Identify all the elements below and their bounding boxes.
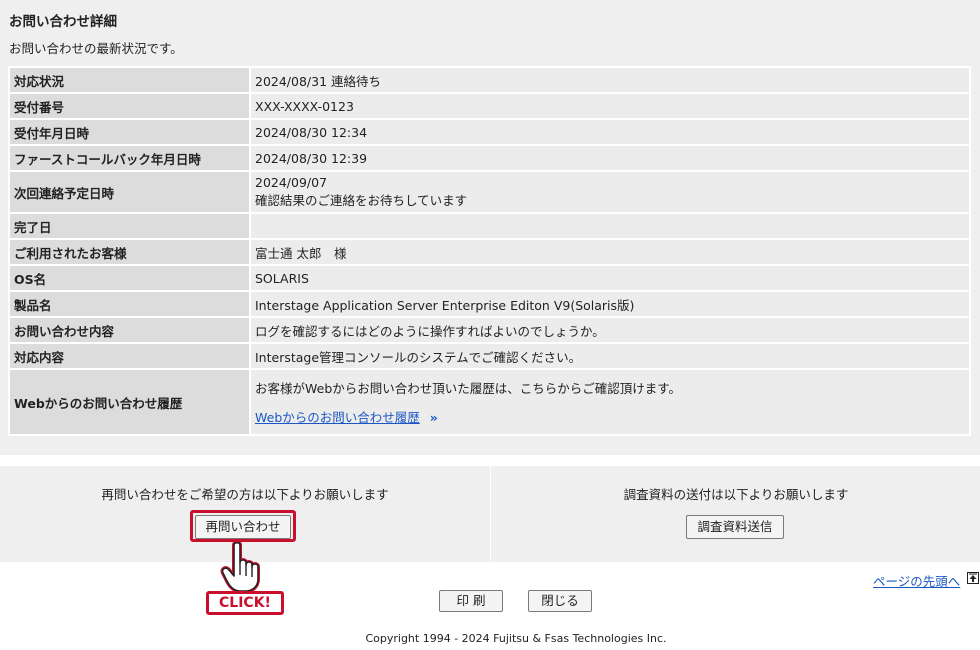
row-label: 対応内容 <box>10 344 249 368</box>
reinquiry-text: 再問い合わせをご希望の方は以下よりお願いします <box>101 487 389 502</box>
action-panel: 再問い合わせをご希望の方は以下よりお願いします 再問い合わせ 調査資料の送付は以… <box>0 466 980 562</box>
arrow-up-box-icon[interactable] <box>967 572 979 588</box>
send-material-button[interactable]: 調査資料送信 <box>686 515 784 539</box>
row-label: OS名 <box>10 266 249 290</box>
next-contact-note: 確認結果のご連絡をお待ちしています <box>255 193 468 208</box>
row-label: 受付番号 <box>10 94 249 118</box>
page-top-link[interactable]: ページの先頭へ <box>873 571 960 590</box>
copyright: Copyright 1994 - 2024 Fujitsu & Fsas Tec… <box>365 632 667 645</box>
row-label: お問い合わせ内容 <box>10 318 249 342</box>
row-value: Interstage Application Server Enterprise… <box>251 292 969 316</box>
pointing-hand-icon <box>220 540 264 597</box>
row-label: 受付年月日時 <box>10 120 249 144</box>
row-value: Interstage管理コンソールのシステムでご確認ください。 <box>251 344 969 368</box>
web-inquiry-history-link[interactable]: Webからのお問い合わせ履歴 <box>255 410 420 425</box>
table-row: 次回連絡予定日時 2024/09/07 確認結果のご連絡をお待ちしています <box>10 172 969 212</box>
row-label: 次回連絡予定日時 <box>10 172 249 212</box>
row-value: XXX-XXXX-0123 <box>251 94 969 118</box>
table-row: OS名 SOLARIS <box>10 266 969 290</box>
row-value: ログを確認するにはどのように操作すればよいのでしょうか。 <box>251 318 969 342</box>
history-link-wrap: Webからのお問い合わせ履歴 » <box>255 407 965 426</box>
row-value <box>251 214 969 238</box>
row-label: 製品名 <box>10 292 249 316</box>
table-row: 対応状況 2024/08/31 連絡待ち <box>10 68 969 92</box>
table-row: 受付番号 XXX-XXXX-0123 <box>10 94 969 118</box>
page-subtitle: お問い合わせの最新状況です。 <box>9 41 183 56</box>
send-material-text: 調査資料の送付は以下よりお願いします <box>623 487 849 502</box>
table-row: Webからのお問い合わせ履歴 お客様がWebからお問い合わせ頂いた履歴は、こちら… <box>10 370 969 434</box>
inquiry-detail-panel: お問い合わせ詳細 お問い合わせの最新状況です。 対応状況 2024/08/31 … <box>0 0 980 455</box>
reinquiry-button[interactable]: 再問い合わせ <box>195 515 291 539</box>
table-row: 完了日 <box>10 214 969 238</box>
row-label: 対応状況 <box>10 68 249 92</box>
row-value: SOLARIS <box>251 266 969 290</box>
page-title: お問い合わせ詳細 <box>9 14 117 30</box>
table-row: 製品名 Interstage Application Server Enterp… <box>10 292 969 316</box>
next-contact-date: 2024/09/07 <box>255 175 328 190</box>
table-row: 受付年月日時 2024/08/30 12:34 <box>10 120 969 144</box>
table-row: お問い合わせ内容 ログを確認するにはどのように操作すればよいのでしょうか。 <box>10 318 969 342</box>
row-value: 2024/08/30 12:39 <box>251 146 969 170</box>
send-material-section: 調査資料の送付は以下よりお願いします 調査資料送信 <box>491 466 980 562</box>
row-value: 2024/08/31 連絡待ち <box>251 68 969 92</box>
history-description: お客様がWebからお問い合わせ頂いた履歴は、こちらからご確認頂けます。 <box>255 381 682 396</box>
row-label: 完了日 <box>10 214 249 238</box>
print-button[interactable]: 印 刷 <box>439 590 503 612</box>
table-row: ご利用されたお客様 富士通 太郎 様 <box>10 240 969 264</box>
row-value: 2024/09/07 確認結果のご連絡をお待ちしています <box>251 172 969 212</box>
row-label: Webからのお問い合わせ履歴 <box>10 370 249 434</box>
inquiry-detail-table: 対応状況 2024/08/31 連絡待ち 受付番号 XXX-XXXX-0123 … <box>8 66 971 436</box>
close-button[interactable]: 閉じる <box>528 590 592 612</box>
table-row: 対応内容 Interstage管理コンソールのシステムでご確認ください。 <box>10 344 969 368</box>
row-value: お客様がWebからお問い合わせ頂いた履歴は、こちらからご確認頂けます。 Webか… <box>251 370 969 434</box>
row-label: ご利用されたお客様 <box>10 240 249 264</box>
table-row: ファーストコールバック年月日時 2024/08/30 12:39 <box>10 146 969 170</box>
click-annotation-badge: CLICK! <box>206 591 284 615</box>
row-value: 2024/08/30 12:34 <box>251 120 969 144</box>
row-value: 富士通 太郎 様 <box>251 240 969 264</box>
row-label: ファーストコールバック年月日時 <box>10 146 249 170</box>
double-chevron-right-icon[interactable]: » <box>430 410 438 425</box>
